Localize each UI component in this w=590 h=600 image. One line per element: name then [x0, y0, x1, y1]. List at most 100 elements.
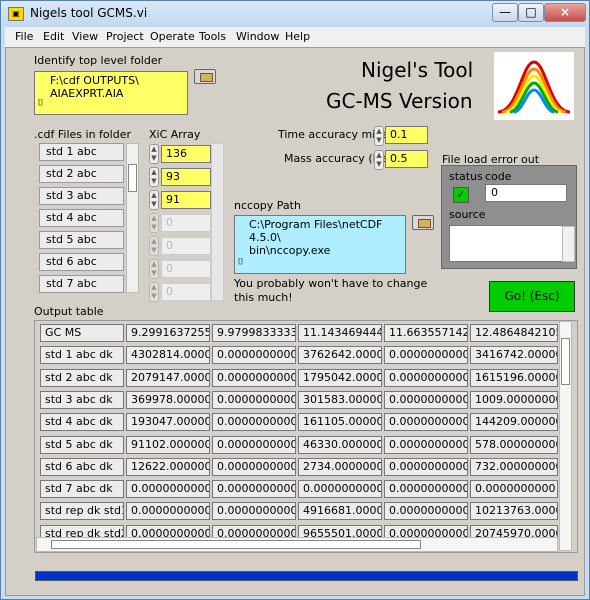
table-cell[interactable]: 3416742.0000000 — [470, 346, 558, 365]
table-cell[interactable]: 0.0000000000 — [212, 368, 296, 387]
file-list-item[interactable]: std 4 abc — [39, 209, 124, 227]
table-cell[interactable]: 46330.000000000 — [298, 435, 382, 454]
table-cell[interactable]: 144209.00000000 — [470, 413, 558, 432]
table-cell[interactable]: 0.0000000000 — [384, 480, 468, 499]
table-cell[interactable]: 2734.0000000000 — [298, 457, 382, 476]
menu-tools[interactable]: Tools — [199, 30, 226, 43]
table-cell[interactable]: 12.4864842105 — [470, 324, 558, 342]
error-source-field[interactable] — [449, 225, 563, 262]
table-cell[interactable]: 0.0000000000 — [470, 480, 558, 499]
table-cell[interactable]: 9.9799833333 — [212, 324, 296, 342]
xic-spinner[interactable]: ▲ ▼ — [149, 282, 159, 302]
table-row-label[interactable]: GC MS — [40, 324, 124, 342]
table-cell[interactable]: 0.0000000000 — [212, 390, 296, 409]
table-row-label[interactable]: std 4 abc dk — [40, 413, 124, 432]
scroll-thumb[interactable] — [561, 338, 570, 385]
folder-browse-button[interactable] — [194, 69, 216, 84]
table-cell[interactable]: 0.0000000000 — [212, 435, 296, 454]
table-cell[interactable]: 0.0000000000 — [384, 346, 468, 365]
menu-help[interactable]: Help — [285, 30, 310, 43]
table-cell[interactable]: 10213763.000000 — [470, 502, 558, 521]
minimize-button[interactable]: — — [492, 3, 518, 22]
file-list-item[interactable]: std 3 abc — [39, 187, 124, 205]
files-scrollbar[interactable] — [126, 143, 139, 293]
xic-scrollbar[interactable] — [211, 143, 224, 301]
xic-value[interactable]: 0 — [161, 283, 211, 301]
nccopy-path-input[interactable]: C:\Program Files\netCDF 4.5.0\ bin\nccop… — [234, 215, 406, 274]
file-list-item[interactable]: std 2 abc — [39, 165, 124, 183]
xic-value[interactable]: 0 — [161, 214, 211, 232]
table-cell[interactable]: 369978.00000000 — [126, 390, 210, 409]
menu-file[interactable]: File — [15, 30, 33, 43]
mass-accuracy-input[interactable]: 0.5 — [385, 150, 428, 168]
table-row-label[interactable]: std 2 abc dk — [40, 368, 124, 387]
table-row-label[interactable]: std 6 abc dk — [40, 457, 124, 476]
table-row-label[interactable]: std 5 abc dk — [40, 435, 124, 454]
xic-value[interactable]: 93 — [161, 168, 211, 186]
nccopy-browse-button[interactable] — [412, 215, 434, 230]
menu-view[interactable]: View — [72, 30, 98, 43]
table-cell[interactable]: 0.0000000000 — [126, 502, 210, 521]
xic-spinner[interactable]: ▲ ▼ — [149, 236, 159, 256]
go-button[interactable]: Go! (Esc) — [489, 281, 575, 312]
xic-spinner[interactable]: ▲ ▼ — [149, 259, 159, 279]
table-cell[interactable]: 0.0000000000 — [212, 502, 296, 521]
table-cell[interactable]: 0.0000000000 — [126, 480, 210, 499]
folder-path-input[interactable]: F:\cdf OUTPUTS\ AIAEXPRT.AIA ⌷ — [34, 71, 188, 115]
file-list-item[interactable]: std 6 abc — [39, 253, 124, 271]
file-list-item[interactable]: std 1 abc — [39, 143, 124, 161]
table-cell[interactable]: 4302814.0000000 — [126, 346, 210, 365]
time-spinner[interactable]: ▲ ▼ — [374, 126, 384, 146]
xic-value[interactable]: 0 — [161, 260, 211, 278]
close-button[interactable]: × — [544, 3, 586, 22]
table-cell[interactable]: 301583.00000000 — [298, 390, 382, 409]
table-cell[interactable]: 0.0000000000 — [212, 346, 296, 365]
table-cell[interactable]: 0.0000000000 — [384, 457, 468, 476]
error-code-field[interactable]: 0 — [485, 184, 567, 202]
scroll-thumb[interactable] — [128, 164, 137, 192]
menu-operate[interactable]: Operate — [150, 30, 195, 43]
table-cell[interactable]: 0.0000000000 — [212, 457, 296, 476]
table-cell[interactable]: 0.0000000000 — [384, 368, 468, 387]
scroll-thumb[interactable] — [51, 540, 421, 549]
table-cell[interactable]: 193047.00000000 — [126, 413, 210, 432]
file-list-item[interactable]: std 7 abc — [39, 275, 124, 293]
table-row-label[interactable]: std 7 abc dk — [40, 480, 124, 499]
table-cell[interactable]: 0.0000000000 — [384, 435, 468, 454]
table-cell[interactable]: 11.6635571429 — [384, 324, 468, 342]
table-cell[interactable]: 578.0000000000 — [470, 435, 558, 454]
menu-window[interactable]: Window — [236, 30, 279, 43]
table-cell[interactable]: 0.0000000000 — [212, 480, 296, 499]
table-cell[interactable]: 3762642.0000000 — [298, 346, 382, 365]
output-vertical-scrollbar[interactable] — [559, 321, 572, 551]
output-horizontal-scrollbar[interactable] — [36, 537, 558, 552]
file-list-item[interactable]: std 5 abc — [39, 231, 124, 249]
xic-value[interactable]: 91 — [161, 191, 211, 209]
table-cell[interactable]: 0.0000000000 — [384, 413, 468, 432]
maximize-button[interactable]: □ — [518, 3, 544, 22]
table-row-label[interactable]: std 1 abc dk — [40, 346, 124, 365]
table-cell[interactable]: 0.0000000000 — [212, 413, 296, 432]
xic-spinner[interactable]: ▲ ▼ — [149, 190, 159, 210]
xic-spinner[interactable]: ▲ ▼ — [149, 144, 159, 164]
table-cell[interactable]: 4916681.0000000 — [298, 502, 382, 521]
table-cell[interactable]: 91102.000000000 — [126, 435, 210, 454]
table-cell[interactable]: 1009.0000000000 — [470, 390, 558, 409]
table-cell[interactable]: 0.0000000000 — [384, 502, 468, 521]
xic-value[interactable]: 136 — [161, 145, 211, 163]
table-row-label[interactable]: std rep dk std1 — [40, 502, 124, 521]
xic-spinner[interactable]: ▲ ▼ — [149, 213, 159, 233]
table-cell[interactable]: 2079147.0000000 — [126, 368, 210, 387]
table-cell[interactable]: 161105.00000000 — [298, 413, 382, 432]
mass-spinner[interactable]: ▲ ▼ — [374, 150, 384, 170]
table-cell[interactable]: 11.1434694444 — [298, 324, 382, 342]
source-scrollbar[interactable] — [562, 226, 575, 262]
table-row-label[interactable]: std 3 abc dk — [40, 390, 124, 409]
table-cell[interactable]: 1615196.0000000 — [470, 368, 558, 387]
table-cell[interactable]: 732.0000000000 — [470, 457, 558, 476]
table-cell[interactable]: 1795042.0000000 — [298, 368, 382, 387]
time-accuracy-input[interactable]: 0.1 — [385, 126, 428, 144]
menu-edit[interactable]: Edit — [43, 30, 64, 43]
table-cell[interactable]: 12622.000000000 — [126, 457, 210, 476]
menu-project[interactable]: Project — [106, 30, 144, 43]
